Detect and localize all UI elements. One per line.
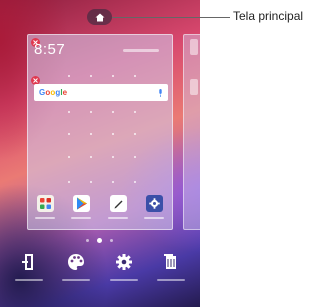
- themes-palette-icon: [68, 254, 84, 270]
- clock-widget-date: [123, 49, 159, 52]
- grid-slot-dot: [68, 133, 70, 135]
- grid-slot-dot: [90, 133, 92, 135]
- grid-slot-dot: [68, 156, 70, 158]
- clock-widget-time[interactable]: 8:57: [34, 41, 65, 58]
- close-icon: [33, 78, 38, 83]
- pen-app-icon[interactable]: [110, 195, 127, 212]
- home-screen-button[interactable]: [87, 9, 112, 25]
- grid-slot-dot: [90, 75, 92, 77]
- home-icon: [95, 13, 104, 21]
- grid-slot-dot: [112, 133, 114, 135]
- grid-slot-dot: [134, 111, 136, 113]
- app-trash-label: [157, 279, 185, 281]
- page-dot[interactable]: [110, 239, 113, 242]
- google-logo: Google: [39, 88, 68, 97]
- grid-slot-dot: [68, 181, 70, 183]
- widget-preview: [190, 39, 198, 55]
- grid-slot-dot: [90, 111, 92, 113]
- grid-slot-dot: [134, 181, 136, 183]
- home-settings-label: [110, 279, 138, 281]
- grid-slot-dot: [134, 75, 136, 77]
- grid-slot-dot: [68, 111, 70, 113]
- app-trash-button[interactable]: [153, 252, 189, 288]
- home-settings-gear-icon: [116, 254, 132, 270]
- settings-app-icon[interactable]: [146, 195, 163, 212]
- app-label: [144, 217, 164, 219]
- app-trash-icon: [164, 254, 176, 269]
- themes-label: [62, 279, 90, 281]
- grid-slot-dot: [112, 156, 114, 158]
- play-store-icon[interactable]: [73, 195, 90, 212]
- microphone-icon[interactable]: [158, 88, 163, 97]
- grid-slot-dot: [68, 75, 70, 77]
- page-dot[interactable]: [86, 239, 89, 242]
- app-label: [71, 217, 91, 219]
- phone-screen: 8:57 Google: [0, 0, 200, 307]
- home-screen-page-card[interactable]: 8:57 Google: [27, 34, 173, 230]
- next-home-page-card[interactable]: [183, 34, 200, 230]
- grid-slot-dot: [112, 181, 114, 183]
- grid-slot-dot: [134, 156, 136, 158]
- grid-slot-dot: [90, 156, 92, 158]
- grid-slot-dot: [112, 111, 114, 113]
- grid-slot-dot: [90, 181, 92, 183]
- grid-slot-dot: [112, 75, 114, 77]
- widgets-button[interactable]: [11, 252, 47, 288]
- app-label: [35, 217, 55, 219]
- apps-folder-icon[interactable]: [37, 195, 54, 212]
- page-indicator[interactable]: [86, 238, 116, 244]
- google-search-widget[interactable]: Google: [34, 84, 168, 101]
- home-settings-button[interactable]: [106, 252, 142, 288]
- callout-line: [112, 17, 230, 18]
- themes-button[interactable]: [58, 252, 94, 288]
- widget-preview: [190, 79, 198, 95]
- widgets-label: [15, 279, 43, 281]
- page-dot-active[interactable]: [97, 238, 102, 243]
- widgets-icon: [22, 254, 33, 270]
- grid-slot-dot: [134, 133, 136, 135]
- callout-label-home-screen: Tela principal: [233, 9, 304, 23]
- app-label: [108, 217, 128, 219]
